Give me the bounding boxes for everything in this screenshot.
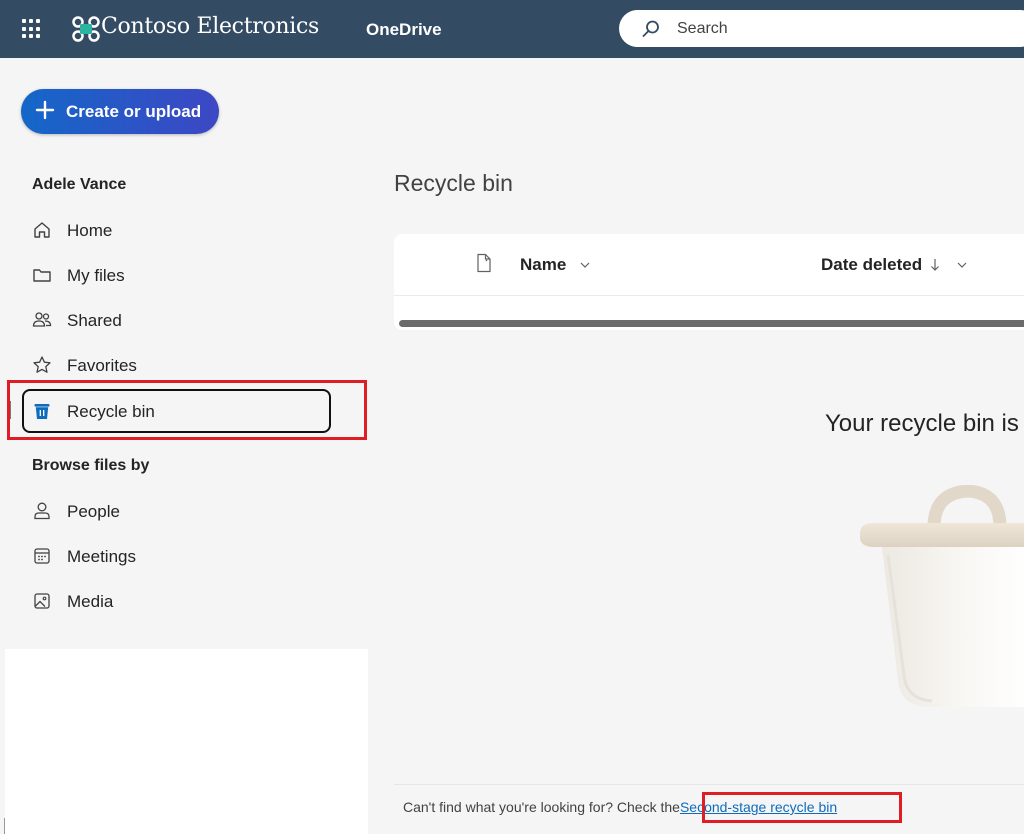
contoso-logo-icon xyxy=(72,16,100,42)
app-name-onedrive[interactable]: OneDrive xyxy=(366,20,442,40)
empty-recycle-bin-illustration xyxy=(860,485,1024,707)
folder-icon xyxy=(33,269,51,282)
sidebar-item-label: Favorites xyxy=(67,356,137,375)
star-icon xyxy=(33,356,51,373)
sidebar-item-label: My files xyxy=(67,266,125,285)
sidebar-item-label: People xyxy=(67,502,120,521)
sidebar-item-label: Home xyxy=(67,221,113,240)
sidebar-item-label: Recycle bin xyxy=(67,402,155,421)
sidebar-item-label: Shared xyxy=(67,311,122,330)
image-icon xyxy=(34,593,50,609)
sidebar-item-media[interactable]: Media xyxy=(32,586,332,616)
second-stage-recycle-bin-link[interactable]: Second-stage recycle bin xyxy=(680,799,837,815)
column-header-name[interactable]: Name xyxy=(520,255,566,275)
sidebar-item-shared[interactable]: Shared xyxy=(32,305,332,335)
sidebar-item-people[interactable]: People xyxy=(32,496,332,526)
footer-divider xyxy=(394,784,1024,785)
column-header-date-deleted[interactable]: Date deleted xyxy=(821,255,922,275)
sidebar-item-recycle-bin[interactable]: Recycle bin xyxy=(32,396,332,426)
chevron-down-icon[interactable] xyxy=(956,259,968,271)
person-icon xyxy=(34,502,50,520)
sidebar-item-my-files[interactable]: My files xyxy=(32,260,332,290)
sidebar-item-label: Meetings xyxy=(67,547,136,566)
people-icon xyxy=(32,312,52,327)
app-launcher-icon[interactable] xyxy=(22,19,42,39)
recycle-bin-icon xyxy=(34,404,50,419)
chevron-down-icon[interactable] xyxy=(579,259,591,271)
create-or-upload-button[interactable]: Create or upload xyxy=(21,89,219,134)
footer-text: Can't find what you're looking for? Chec… xyxy=(403,799,680,815)
browse-files-heading: Browse files by xyxy=(32,457,150,474)
user-name-heading: Adele Vance xyxy=(32,176,127,193)
brand-name[interactable]: Contoso Electronics xyxy=(101,14,319,39)
footer-message: Can't find what you're looking for? Chec… xyxy=(403,799,837,815)
calendar-icon xyxy=(34,548,50,564)
sidebar-item-favorites[interactable]: Favorites xyxy=(32,350,332,380)
sidebar-item-label: Media xyxy=(67,592,114,611)
file-type-icon xyxy=(477,253,491,273)
home-icon xyxy=(34,222,50,238)
search-box[interactable] xyxy=(619,10,1024,47)
search-input[interactable] xyxy=(677,18,1007,40)
sort-descending-icon xyxy=(931,259,939,271)
top-bar: Contoso Electronics OneDrive xyxy=(0,0,1024,58)
sidebar-item-meetings[interactable]: Meetings xyxy=(32,541,332,571)
plus-icon xyxy=(35,100,55,120)
selection-indicator xyxy=(9,401,11,419)
create-or-upload-label: Create or upload xyxy=(66,102,202,121)
sidebar-item-home[interactable]: Home xyxy=(32,215,332,245)
window-edge xyxy=(4,818,5,834)
search-icon xyxy=(642,20,659,37)
page-title: Recycle bin xyxy=(394,170,513,196)
empty-state-message: Your recycle bin is xyxy=(825,410,1019,437)
horizontal-scrollbar[interactable] xyxy=(399,320,1024,327)
header-divider xyxy=(394,295,1024,296)
sidebar-empty-area xyxy=(5,649,368,834)
file-list xyxy=(394,234,1024,330)
